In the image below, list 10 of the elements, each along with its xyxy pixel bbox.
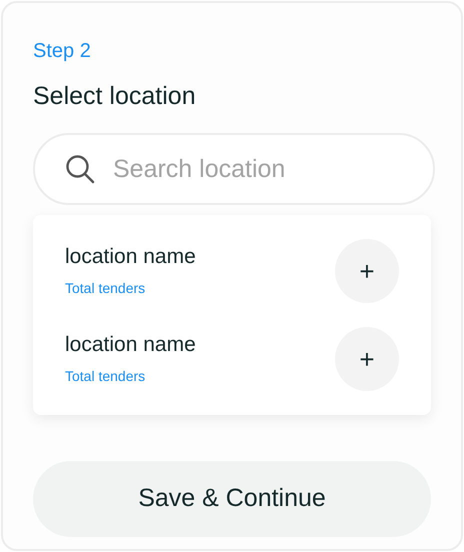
location-subtitle: Total tenders bbox=[65, 366, 146, 386]
step-label: Step 2 bbox=[33, 39, 92, 64]
search-field[interactable]: Search location bbox=[33, 133, 435, 205]
add-button[interactable]: + bbox=[335, 327, 399, 391]
add-button[interactable]: + bbox=[335, 239, 399, 303]
section-title: Select location bbox=[33, 81, 197, 112]
location-subtitle: Total tenders bbox=[65, 278, 146, 298]
save-continue-button[interactable]: Save & Continue bbox=[33, 461, 431, 537]
location-name: location name bbox=[65, 332, 196, 358]
location-name: location name bbox=[65, 244, 196, 270]
